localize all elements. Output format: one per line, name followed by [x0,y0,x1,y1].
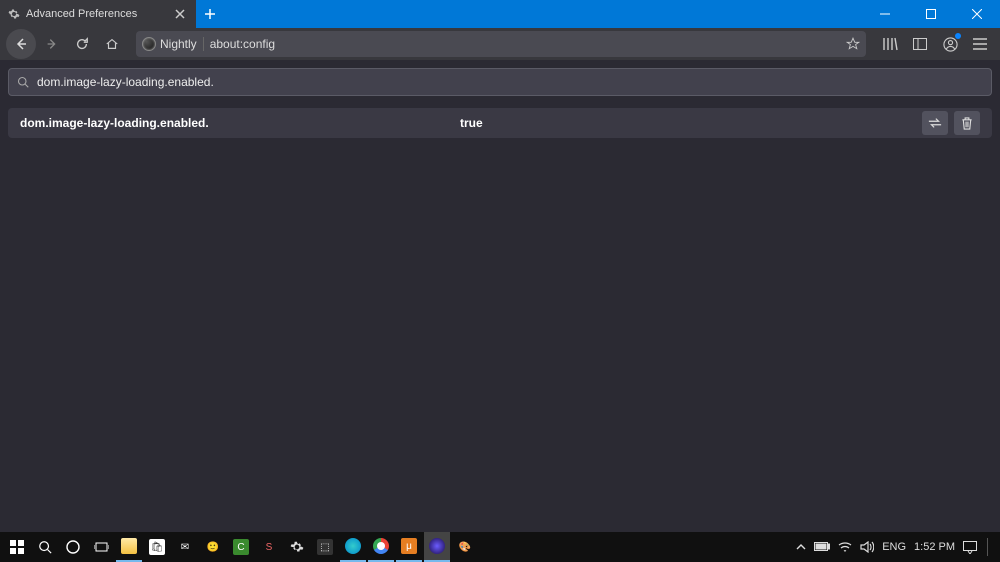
close-icon [972,9,982,19]
browser-tab[interactable]: Advanced Preferences [0,0,196,28]
reload-button[interactable] [68,30,96,58]
divider [987,538,988,556]
start-button[interactable] [4,532,30,562]
app-icon: C [233,539,249,555]
identity-box[interactable]: Nightly [142,37,204,51]
action-center-button[interactable] [963,541,977,554]
search-icon [38,540,52,554]
palette-icon: 🎨 [457,539,473,555]
sidebar-button[interactable] [906,30,934,58]
toggle-pref-button[interactable] [922,111,948,135]
close-icon [175,9,185,19]
gear-icon [8,8,20,20]
config-search-box[interactable] [8,68,992,96]
identity-label: Nightly [160,37,197,51]
arrow-left-icon [13,36,29,52]
face-icon: 🙂 [205,539,221,555]
url-bar[interactable]: Nightly about:config [136,31,866,57]
app-icon: S [261,539,277,555]
app-file-explorer[interactable] [116,532,142,562]
url-text: about:config [210,37,840,51]
browser-toolbar: Nightly about:config [0,28,1000,60]
account-button[interactable] [936,30,964,58]
battery-icon[interactable] [814,542,830,552]
pref-name: dom.image-lazy-loading.enabled. [20,116,460,130]
new-tab-button[interactable] [196,0,224,28]
taskbar-search[interactable] [32,532,58,562]
app-snagit[interactable]: S [256,532,282,562]
notification-dot-icon [955,33,961,39]
pref-row: dom.image-lazy-loading.enabled. true [8,108,992,138]
reload-icon [75,37,89,51]
about-config-page: dom.image-lazy-loading.enabled. true [0,60,1000,146]
taskview-icon [94,541,109,553]
delete-pref-button[interactable] [954,111,980,135]
mail-icon: ✉ [177,539,193,555]
minimize-button[interactable] [862,0,908,28]
circle-icon [66,540,80,554]
gear-icon [290,540,304,554]
back-button[interactable] [6,29,36,59]
app-menu-button[interactable] [966,30,994,58]
minimize-icon [880,9,890,19]
app-chrome[interactable] [368,532,394,562]
plus-icon [204,8,216,20]
firefox-nightly-icon [429,538,445,554]
app-firefox-nightly[interactable] [424,532,450,562]
window-titlebar: Advanced Preferences [0,0,1000,28]
task-view-button[interactable] [88,532,114,562]
avatar-icon [943,37,958,52]
trash-icon [961,117,973,130]
tray-overflow-button[interactable] [796,543,806,551]
edge-icon [345,538,361,554]
star-icon [846,37,860,51]
tab-title: Advanced Preferences [26,8,137,20]
app-mail[interactable]: ✉ [172,532,198,562]
windows-icon [10,540,24,554]
tab-close-button[interactable] [172,6,188,22]
app-paint[interactable]: 🎨 [452,532,478,562]
app-edge[interactable] [340,532,366,562]
close-window-button[interactable] [954,0,1000,28]
language-indicator[interactable]: ENG [882,541,906,553]
cortana-button[interactable] [60,532,86,562]
folder-icon [121,538,137,554]
app-camtasia[interactable]: C [228,532,254,562]
hamburger-icon [973,38,987,50]
app-generic-2[interactable]: ⬚ [312,532,338,562]
clock[interactable]: 1:52 PM [914,541,955,553]
library-button[interactable] [876,30,904,58]
shopping-bag-icon: 🛍 [149,539,165,555]
home-button[interactable] [98,30,126,58]
app-icon: ⬚ [317,539,333,555]
system-tray: ENG 1:52 PM [796,538,996,556]
bookmark-star-button[interactable] [846,37,860,51]
app-generic-1[interactable]: 🙂 [200,532,226,562]
volume-icon[interactable] [860,541,874,553]
search-icon [17,76,29,88]
arrow-right-icon [45,37,59,51]
pref-value: true [460,116,483,130]
app-store[interactable]: 🛍 [144,532,170,562]
utorrent-icon: μ [401,538,417,554]
maximize-button[interactable] [908,0,954,28]
forward-button[interactable] [38,30,66,58]
toggle-arrows-icon [928,117,942,129]
nightly-icon [142,37,156,51]
app-settings[interactable] [284,532,310,562]
library-icon [882,37,898,51]
maximize-icon [926,9,936,19]
windows-taskbar: 🛍 ✉ 🙂 C S ⬚ μ 🎨 ENG 1:52 PM [0,532,1000,562]
wifi-icon[interactable] [838,541,852,553]
chrome-icon [373,538,389,554]
sidebar-icon [913,38,927,50]
notification-icon [963,541,977,554]
window-controls [862,0,1000,28]
app-utorrent[interactable]: μ [396,532,422,562]
chevron-up-icon [796,543,806,551]
config-search-input[interactable] [37,75,983,89]
home-icon [105,37,119,51]
